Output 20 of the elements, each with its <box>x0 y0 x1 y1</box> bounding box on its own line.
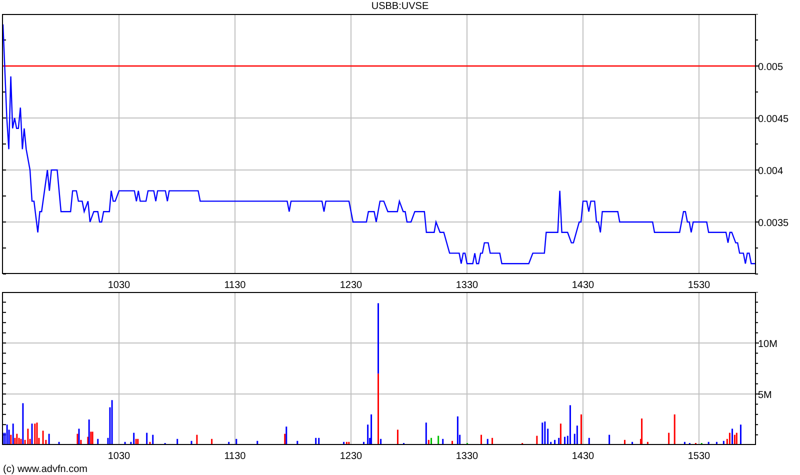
axis-label: 0.0045 <box>758 114 789 125</box>
chart-title: USBB:UVSE <box>371 1 429 13</box>
axis-label: 1330 <box>456 451 478 462</box>
axis-label: 10M <box>758 339 778 350</box>
axis-label: 1330 <box>456 280 478 291</box>
axis-label: 1530 <box>688 280 710 291</box>
axis-label: 1430 <box>572 280 594 291</box>
axis-label: 1530 <box>688 451 710 462</box>
axis-label: 0.0035 <box>758 218 789 229</box>
copyright-text: (c) www.advfn.com <box>3 464 88 475</box>
axis-label: 1230 <box>340 280 362 291</box>
axis-label: 0.005 <box>758 62 784 73</box>
axis-label: 1130 <box>224 280 246 291</box>
axis-label: 1030 <box>108 280 130 291</box>
axis-label: 1430 <box>572 451 594 462</box>
axis-label: 1130 <box>224 451 246 462</box>
axis-label: 1230 <box>340 451 362 462</box>
axis-label: 1030 <box>108 451 130 462</box>
axis-label: 0.004 <box>758 166 784 177</box>
axis-label: 5M <box>758 390 772 401</box>
